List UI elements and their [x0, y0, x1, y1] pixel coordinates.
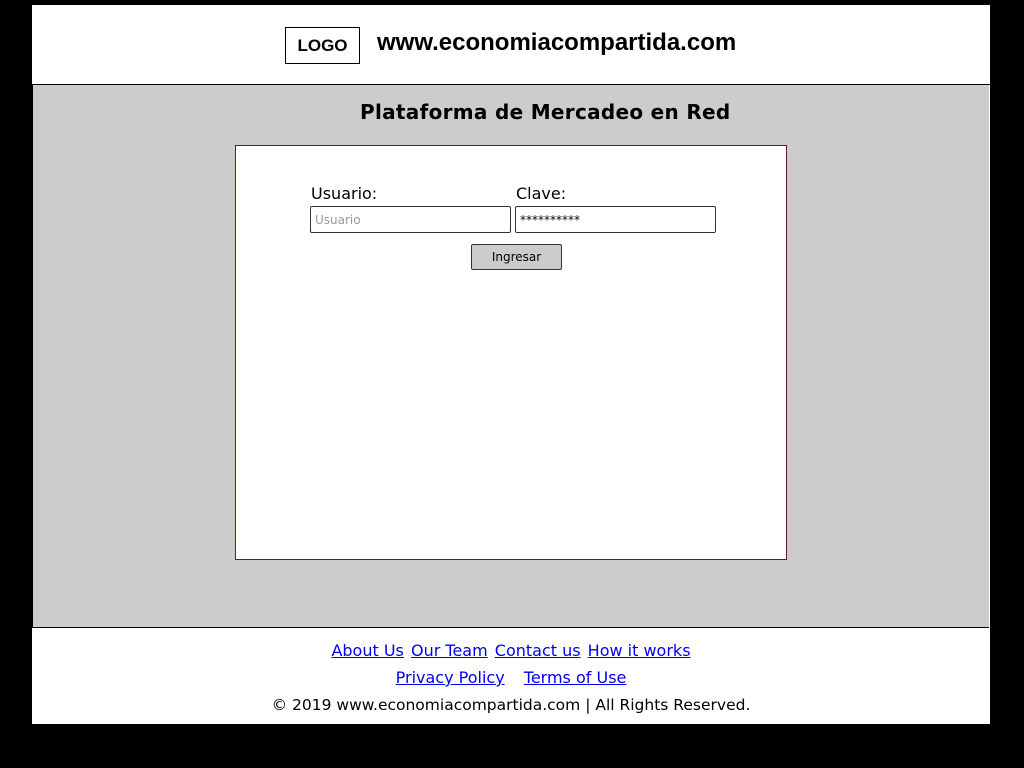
- copyright-text: © 2019 www.economiacompartida.com | All …: [271, 696, 751, 714]
- header: LOGO www.economiacompartida.com: [32, 5, 990, 85]
- username-label: Usuario:: [311, 184, 378, 203]
- our-team-link[interactable]: Our Team: [411, 641, 488, 660]
- logo[interactable]: LOGO: [285, 27, 360, 64]
- login-button[interactable]: Ingresar: [471, 244, 562, 270]
- terms-of-use-link[interactable]: Terms of Use: [524, 668, 627, 687]
- footer: About Us Our Team Contact us How it work…: [32, 629, 990, 724]
- how-it-works-link[interactable]: How it works: [588, 641, 691, 660]
- login-panel: Usuario: Clave: Ingresar: [235, 145, 787, 560]
- footer-links-primary: About Us Our Team Contact us How it work…: [32, 641, 990, 660]
- page: LOGO www.economiacompartida.com Platafor…: [32, 5, 990, 724]
- main-content: Plataforma de Mercadeo en Red Usuario: C…: [32, 85, 989, 628]
- privacy-policy-link[interactable]: Privacy Policy: [396, 668, 505, 687]
- username-input[interactable]: [310, 206, 511, 233]
- about-us-link[interactable]: About Us: [331, 641, 403, 660]
- site-title: www.economiacompartida.com: [377, 29, 737, 56]
- contact-us-link[interactable]: Contact us: [495, 641, 581, 660]
- password-input[interactable]: [515, 206, 716, 233]
- footer-links-legal: Privacy Policy Terms of Use: [32, 668, 990, 687]
- page-title: Plataforma de Mercadeo en Red: [360, 100, 731, 124]
- password-label: Clave:: [516, 184, 567, 203]
